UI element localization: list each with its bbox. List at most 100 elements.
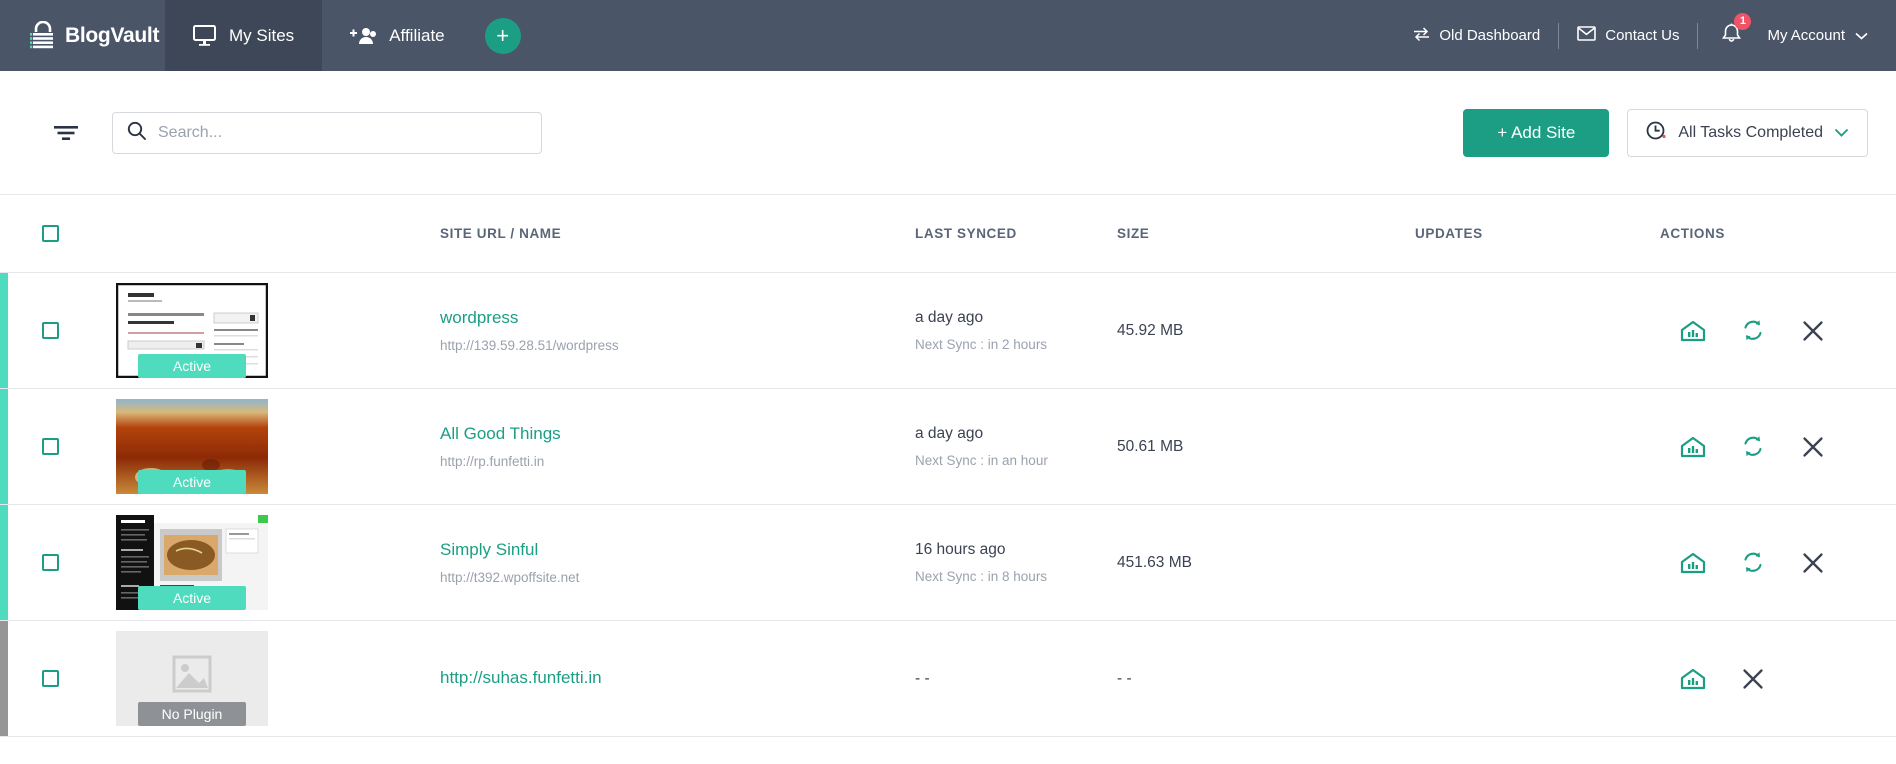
size-cell: - - [1117,670,1415,688]
row-actions-cell [1660,318,1896,344]
chevron-down-icon [1834,124,1849,142]
last-synced-column-header: LAST SYNCED [915,226,1017,241]
dashboard-icon[interactable] [1680,434,1706,460]
row-actions-cell [1660,550,1896,576]
row-select-cell [0,322,100,339]
search-box[interactable] [112,111,542,154]
remove-icon[interactable] [1740,666,1766,692]
last-synced-value: - - [915,669,930,687]
table-row[interactable]: Active wordpress http://139.59.28.51/wordp… [0,273,1896,389]
add-site-button[interactable]: + Add Site [1463,108,1610,157]
dashboard-icon[interactable] [1680,666,1706,692]
row-actions-cell [1660,434,1896,460]
brand-name: BlogVault [65,23,160,47]
row-checkbox[interactable] [41,670,59,687]
contact-us-label: Contact Us [1605,27,1680,44]
site-thumbnail-cell: Active [100,515,440,610]
brand-logo-area[interactable]: BlogVault [0,0,165,71]
monitor-icon [193,25,216,46]
site-status-badge: Active [138,354,246,378]
row-select-cell [0,554,100,571]
site-name-link[interactable]: wordpress [440,308,915,328]
toolbar-actions: + Add Site All Tasks Completed [1463,108,1868,157]
table-header-row: SITE URL / NAME LAST SYNCED SIZE UPDATES… [0,195,1896,273]
nav-tab-my-sites-label: My Sites [229,25,295,45]
remove-icon[interactable] [1800,550,1826,576]
site-name-link[interactable]: Simply Sinful [440,540,915,560]
next-sync-value: Next Sync : in 2 hours [915,336,1048,352]
last-synced-cell: - - [915,670,1117,688]
row-select-cell [0,670,100,687]
sites-table-body: Active wordpress http://139.59.28.51/wordp… [0,273,1896,737]
table-row[interactable]: No Plugin http://suhas.funfetti.in - -- - [0,621,1896,737]
select-all-checkbox[interactable] [41,225,59,242]
sync-icon[interactable] [1740,550,1766,576]
last-synced-cell: a day ago Next Sync : in 2 hours [915,309,1117,352]
site-status-badge: Active [138,470,246,494]
actions-column-header: ACTIONS [1660,226,1725,241]
next-sync-value: Next Sync : in 8 hours [915,568,1048,584]
row-checkbox[interactable] [41,438,59,455]
all-tasks-completed-dropdown[interactable]: All Tasks Completed [1627,108,1868,157]
next-sync-value: Next Sync : in an hour [915,452,1048,468]
sync-icon[interactable] [1740,434,1766,460]
remove-icon[interactable] [1800,434,1826,460]
size-value: 451.63 MB [1117,553,1192,571]
blogvault-lock-icon [30,20,56,51]
old-dashboard-link[interactable]: Old Dashboard [1395,26,1558,45]
dashboard-icon[interactable] [1680,550,1706,576]
table-row[interactable]: Active All Good Things http://rp.funfetti.… [0,389,1896,505]
nav-right-group: Old Dashboard Contact Us 1 My Account [1395,0,1896,71]
size-cell: 45.92 MB [1117,322,1415,340]
size-value: 50.61 MB [1117,437,1184,455]
site-name-link[interactable]: http://suhas.funfetti.in [440,668,915,688]
row-status-stripe [0,273,8,388]
filter-icon[interactable] [48,115,84,151]
row-actions-cell [1660,666,1896,692]
dashboard-icon[interactable] [1680,318,1706,344]
add-new-button[interactable]: + [484,17,521,54]
site-status-badge: Active [138,586,246,610]
last-synced-value: a day ago [915,309,984,327]
site-url-text: http://139.59.28.51/wordpress [440,338,619,354]
notification-badge-count: 1 [1734,13,1752,30]
clock-icon [1646,120,1667,146]
site-name-link[interactable]: All Good Things [440,424,915,444]
table-row[interactable]: Active Simply Sinful http://t392.wpoffsite… [0,505,1896,621]
nav-tab-affiliate[interactable]: Affiliate [322,0,472,71]
row-status-stripe [0,389,8,504]
last-synced-cell: a day ago Next Sync : in an hour [915,425,1117,468]
row-select-cell [0,438,100,455]
size-cell: 451.63 MB [1117,554,1415,572]
search-icon [127,121,146,145]
last-synced-value: a day ago [915,425,984,443]
site-info-cell: http://suhas.funfetti.in [440,668,915,688]
old-dashboard-label: Old Dashboard [1439,27,1541,44]
my-account-menu[interactable]: My Account [1761,27,1868,44]
site-url-text: http://rp.funfetti.in [440,454,545,470]
notifications-button[interactable]: 1 [1698,13,1761,48]
site-thumbnail-cell: Active [100,283,440,378]
site-thumbnail-cell: No Plugin [100,631,440,726]
nav-tab-my-sites[interactable]: My Sites [165,0,323,71]
site-info-cell: wordpress http://139.59.28.51/wordpress [440,308,915,353]
contact-us-link[interactable]: Contact Us [1559,26,1697,45]
remove-icon[interactable] [1800,318,1826,344]
row-checkbox[interactable] [41,554,59,571]
row-checkbox[interactable] [41,322,59,339]
site-thumbnail[interactable]: Active [116,283,268,378]
select-all-cell [0,225,100,242]
site-info-cell: Simply Sinful http://t392.wpoffsite.net [440,540,915,585]
site-thumbnail[interactable]: Active [116,399,268,494]
top-navigation-bar: BlogVault My Sites Affiliate + Old Dashb… [0,0,1896,71]
last-synced-value: 16 hours ago [915,541,1006,559]
site-info-cell: All Good Things http://rp.funfetti.in [440,424,915,469]
bell-icon [1722,23,1742,48]
page-toolbar: + Add Site All Tasks Completed [0,71,1896,195]
search-input[interactable] [158,123,527,142]
site-thumbnail[interactable]: No Plugin [116,631,268,726]
sync-icon[interactable] [1740,318,1766,344]
site-thumbnail[interactable]: Active [116,515,268,610]
nav-tab-affiliate-label: Affiliate [389,25,445,45]
site-url-text: http://t392.wpoffsite.net [440,570,580,586]
